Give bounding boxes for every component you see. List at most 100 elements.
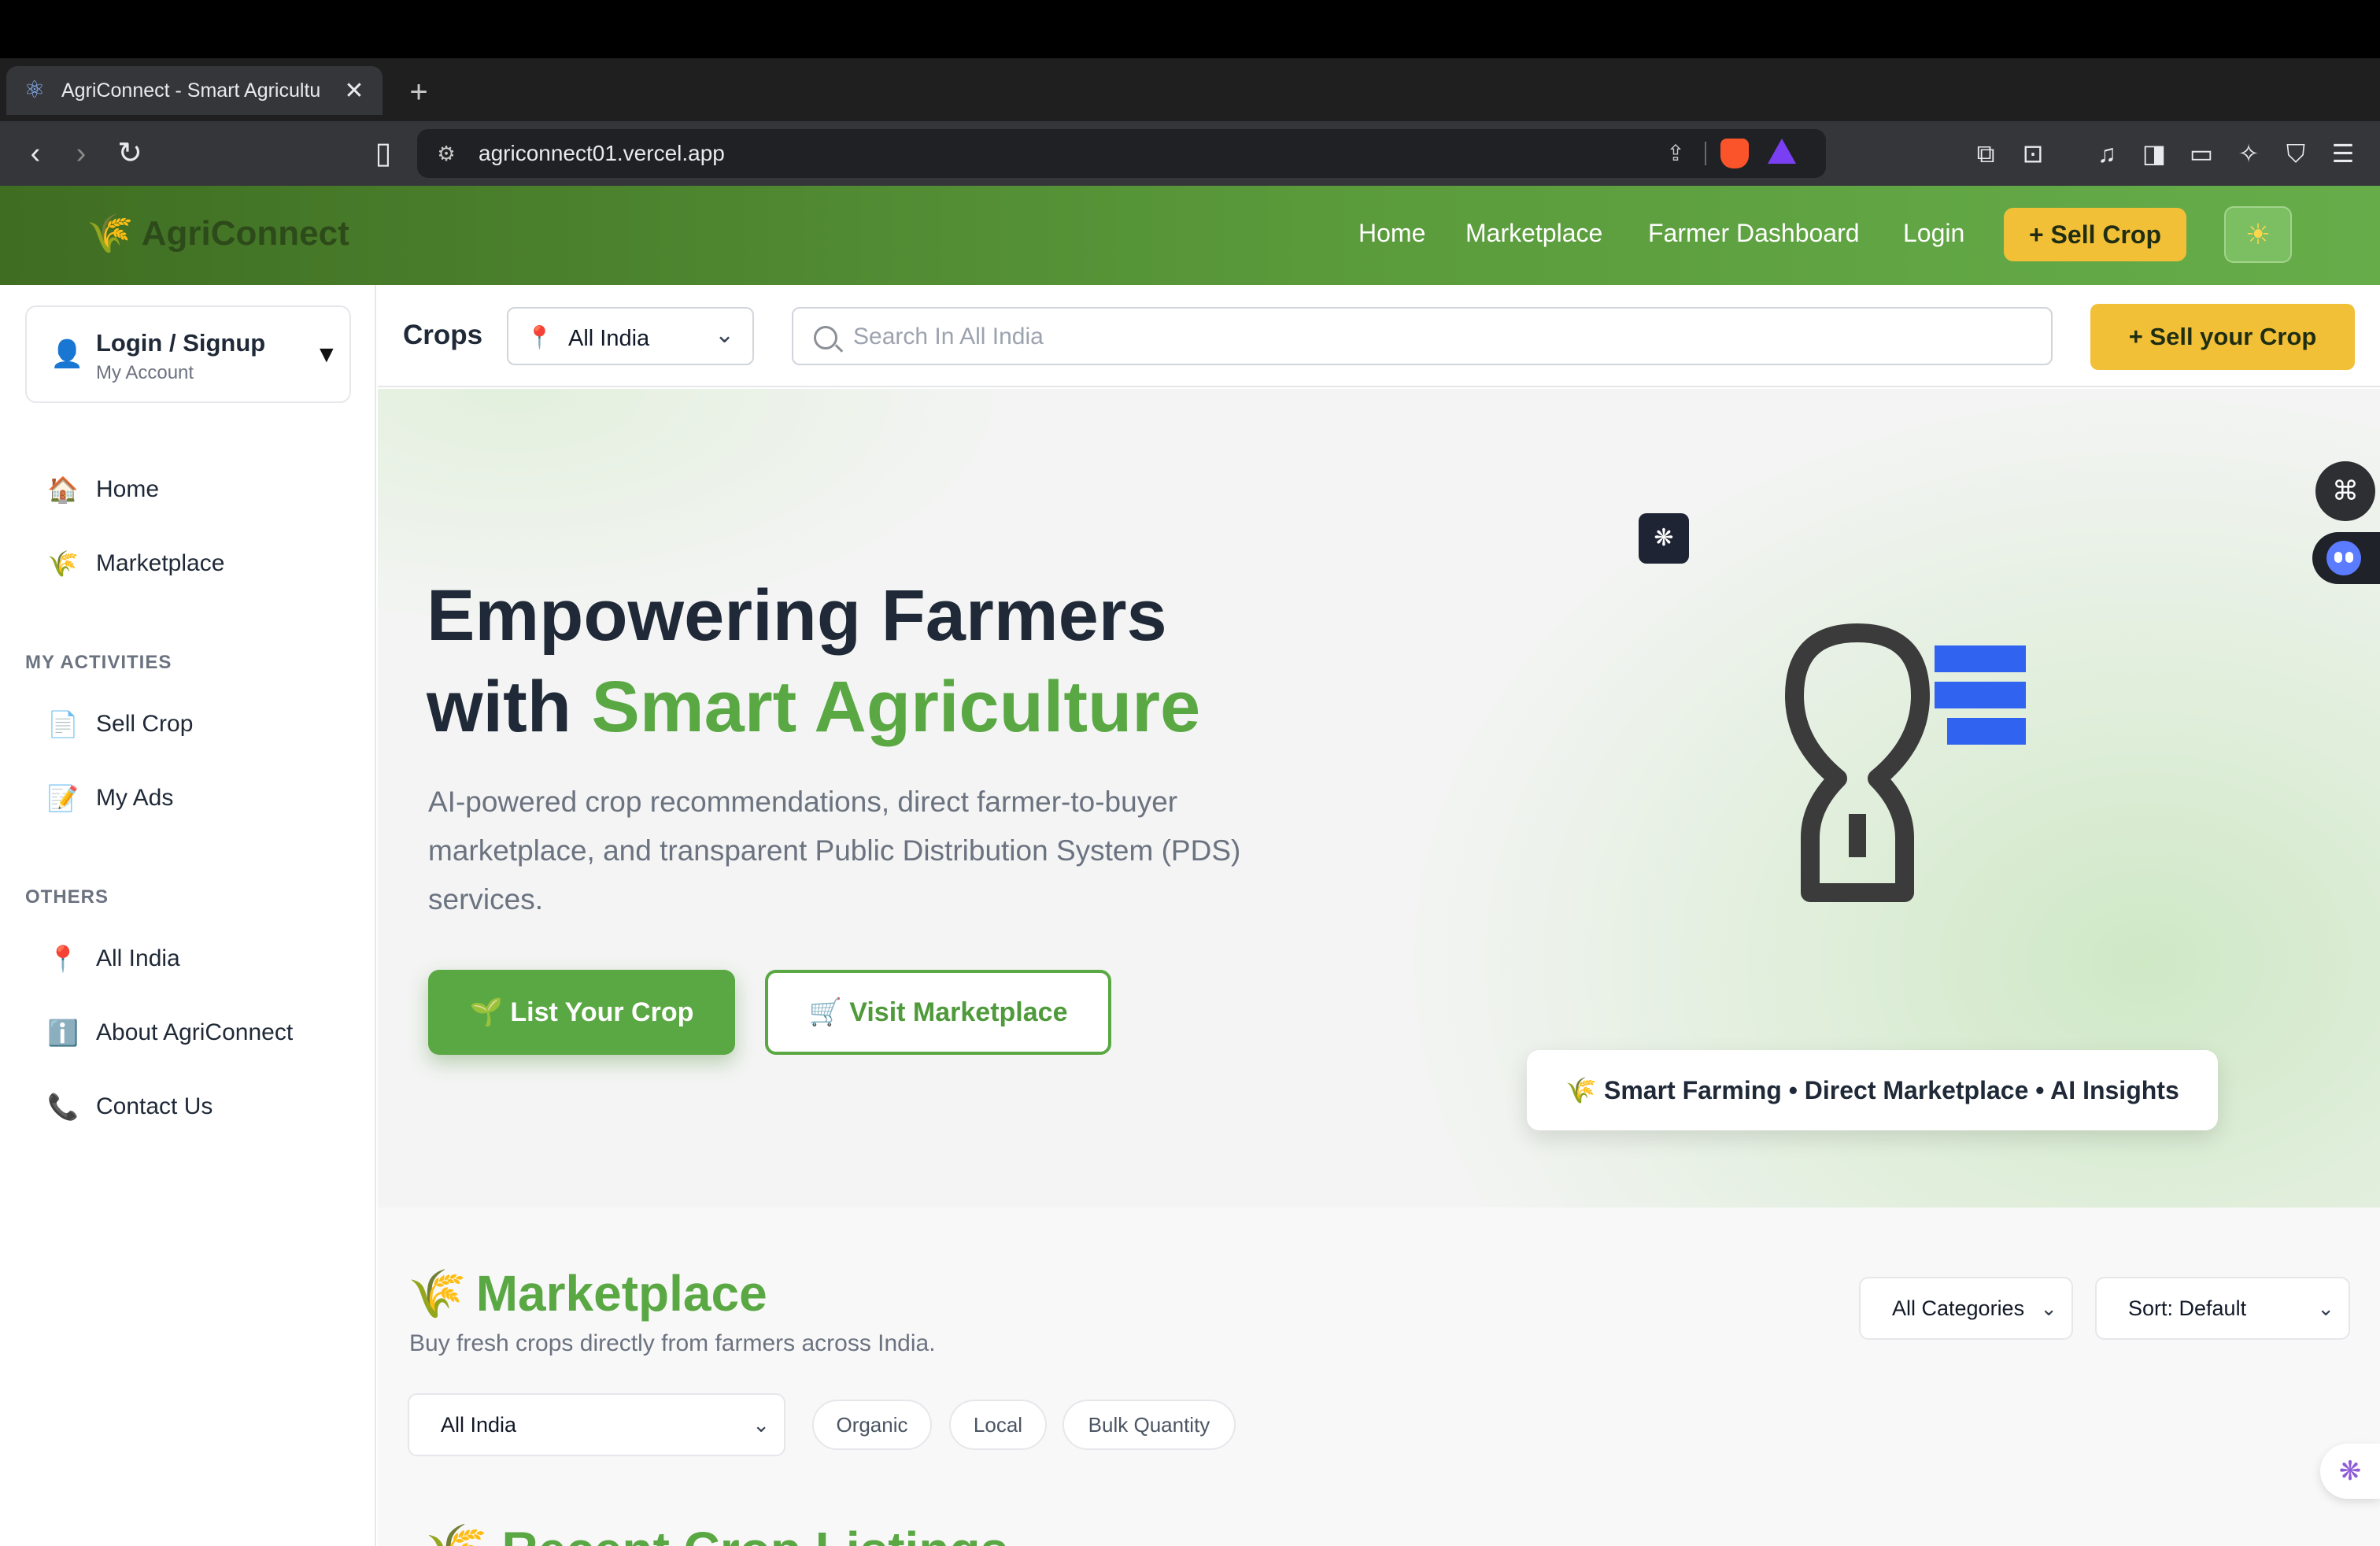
wheat-icon: 🌾	[47, 549, 79, 578]
sidebar-item-label: Home	[96, 476, 160, 502]
sort-select[interactable]: Sort: Default ⌄	[2095, 1277, 2350, 1340]
brave-shields-icon[interactable]	[1720, 139, 1749, 168]
reload-icon[interactable]: ↻	[110, 134, 150, 173]
document-icon: 📄	[47, 710, 79, 738]
sidebar-item-my-ads[interactable]: 📝 My Ads	[47, 775, 173, 822]
bot-face-icon	[2326, 541, 2361, 575]
sidebar-item-label: My Ads	[96, 785, 174, 811]
search-icon	[814, 326, 837, 350]
react-favicon-icon: ⚛	[24, 77, 46, 103]
account-menu[interactable]: 👤 Login / Signup My Account ▼	[25, 305, 351, 403]
nav-home[interactable]: Home	[1358, 219, 1425, 248]
sidebar-toggle-icon[interactable]: ◨	[2136, 134, 2172, 173]
browser-toolbar: ‹ › ↻ ▯ ⚙ agriconnect01.vercel.app ⇪ ⧉ ⊡…	[0, 121, 2380, 186]
visit-marketplace-button[interactable]: 🛒 Visit Marketplace	[765, 970, 1111, 1055]
sidebar-item-marketplace[interactable]: 🌾 Marketplace	[47, 540, 224, 587]
list-your-crop-button[interactable]: 🌱 List Your Crop	[428, 970, 735, 1055]
hero-section: Empowering Farmers with Smart Agricultur…	[378, 389, 2380, 1208]
nav-marketplace[interactable]: Marketplace	[1465, 219, 1602, 248]
screenshot-icon[interactable]: ⊡	[2015, 134, 2051, 173]
chatbot-widget[interactable]	[2312, 532, 2380, 584]
brain-icon[interactable]: ❋	[1639, 513, 1689, 564]
sidebar-item-home[interactable]: 🏠 Home	[47, 466, 159, 513]
media-icon[interactable]: ♫	[2089, 134, 2125, 173]
bookmark-icon[interactable]: ▯	[364, 134, 403, 173]
site-settings-icon[interactable]: ⚙	[433, 140, 460, 167]
caret-down-icon: ▼	[315, 342, 338, 368]
hero-title-accent: Smart Agriculture	[591, 667, 1201, 747]
sidebar-item-label: Sell Crop	[96, 711, 194, 737]
brand-logo[interactable]: 🌾 AgriConnect	[87, 211, 349, 256]
filter-bar: Crops 📍 All India ⌄ + Sell your Crop	[378, 285, 2380, 387]
chevron-down-icon: ⌄	[2317, 1296, 2334, 1320]
account-subtitle: My Account	[96, 362, 194, 383]
category-select-value: All Categories	[1892, 1296, 2025, 1320]
screen: ⚛ AgriConnect - Smart Agricultu ✕ + ‹ › …	[0, 0, 2380, 1546]
tab-close-icon[interactable]: ✕	[342, 77, 367, 105]
command-icon[interactable]: ⌘	[2315, 461, 2375, 521]
region-select-value: All India	[441, 1413, 517, 1437]
tagline-pill: 🌾 Smart Farming • Direct Marketplace • A…	[1527, 1050, 2218, 1130]
hero-title-line1: Empowering Farmers	[427, 575, 1167, 656]
share-icon[interactable]: ⇪	[1661, 139, 1691, 168]
section-heading-others: OTHERS	[25, 886, 109, 908]
recent-listings-heading: 🌾 Recent Crop Listings	[425, 1521, 1008, 1546]
address-bar[interactable]: ⚙ agriconnect01.vercel.app ⇪	[417, 129, 1826, 178]
menu-icon[interactable]: ☰	[2325, 134, 2361, 173]
search-input[interactable]	[853, 320, 2034, 354]
os-menu-bar	[0, 0, 2380, 58]
location-pin-icon: 📍	[47, 945, 79, 973]
browser-tab-strip: ⚛ AgriConnect - Smart Agricultu ✕ +	[0, 58, 2380, 121]
filter-chip-organic[interactable]: Organic	[812, 1400, 932, 1450]
filter-chip-bulk-quantity[interactable]: Bulk Quantity	[1062, 1400, 1236, 1450]
user-icon: 👤	[50, 339, 84, 369]
house-icon: 🏠	[47, 475, 79, 504]
url-text[interactable]: agriconnect01.vercel.app	[479, 141, 725, 166]
account-title: Login / Signup	[96, 329, 266, 357]
sidebar-item-label: Marketplace	[96, 550, 225, 576]
brave-rewards-icon[interactable]	[1768, 139, 1796, 164]
sort-select-value: Sort: Default	[2128, 1296, 2247, 1320]
category-select[interactable]: All Categories ⌄	[1859, 1277, 2073, 1340]
location-select[interactable]: 📍 All India ⌄	[507, 307, 754, 365]
new-tab-button[interactable]: +	[403, 72, 434, 112]
memo-icon: 📝	[47, 784, 79, 812]
brand-name: AgriConnect	[141, 213, 349, 253]
forward-icon[interactable]: ›	[61, 134, 101, 173]
ai-brain-icon[interactable]: ❋	[2320, 1444, 2380, 1499]
search-field[interactable]	[792, 307, 2053, 365]
sidebar: 👤 Login / Signup My Account ▼ 🏠 Home 🌾 M…	[0, 285, 376, 1546]
sidebar-item-about[interactable]: ℹ️ About AgriConnect	[47, 1009, 293, 1056]
hero-description: AI-powered crop recommendations, direct …	[428, 786, 1241, 915]
hero-title-with: with	[427, 667, 592, 747]
section-heading-activities: MY ACTIVITIES	[25, 652, 172, 673]
vpn-shield-icon[interactable]: ⛉	[2278, 134, 2314, 173]
sidebar-item-contact[interactable]: 📞 Contact Us	[47, 1083, 213, 1130]
filter-chip-local[interactable]: Local	[949, 1400, 1047, 1450]
sidebar-item-label: About AgriConnect	[96, 1019, 294, 1045]
location-value: All India	[568, 326, 650, 351]
theme-toggle-sun-icon[interactable]: ☀	[2224, 206, 2292, 263]
wheat-icon: 🌾	[408, 1267, 467, 1320]
browser-tab[interactable]: ⚛ AgriConnect - Smart Agricultu ✕	[6, 66, 382, 115]
sell-crop-button[interactable]: + Sell Crop	[2004, 208, 2186, 261]
tab-title: AgriConnect - Smart Agricultu	[61, 79, 321, 102]
hero-title: Empowering Farmers with Smart Agricultur…	[427, 570, 1200, 753]
chevron-down-icon: ⌄	[752, 1413, 770, 1437]
sidebar-item-all-india[interactable]: 📍 All India	[47, 935, 180, 982]
app-header: 🌾 AgriConnect Home Marketplace Farmer Da…	[0, 186, 2380, 285]
marketplace-title: 🌾 Marketplace	[408, 1264, 767, 1322]
wallet-icon[interactable]: ▭	[2183, 134, 2219, 173]
region-select[interactable]: All India ⌄	[408, 1393, 785, 1456]
chevron-down-icon: ⌄	[2040, 1296, 2057, 1320]
marketplace-section: 🌾 Marketplace Buy fresh crops directly f…	[378, 1208, 2380, 1546]
nav-farmer-dashboard[interactable]: Farmer Dashboard	[1648, 219, 1860, 248]
nav-login[interactable]: Login	[1903, 219, 1964, 248]
leo-ai-icon[interactable]: ✧	[2230, 134, 2267, 173]
phone-icon: 📞	[47, 1093, 79, 1121]
sell-your-crop-button[interactable]: + Sell your Crop	[2090, 304, 2355, 370]
back-icon[interactable]: ‹	[16, 134, 55, 173]
wheat-icon: 🌾	[87, 213, 134, 255]
extensions-icon[interactable]: ⧉	[1968, 134, 2004, 173]
sidebar-item-sell-crop[interactable]: 📄 Sell Crop	[47, 701, 193, 748]
